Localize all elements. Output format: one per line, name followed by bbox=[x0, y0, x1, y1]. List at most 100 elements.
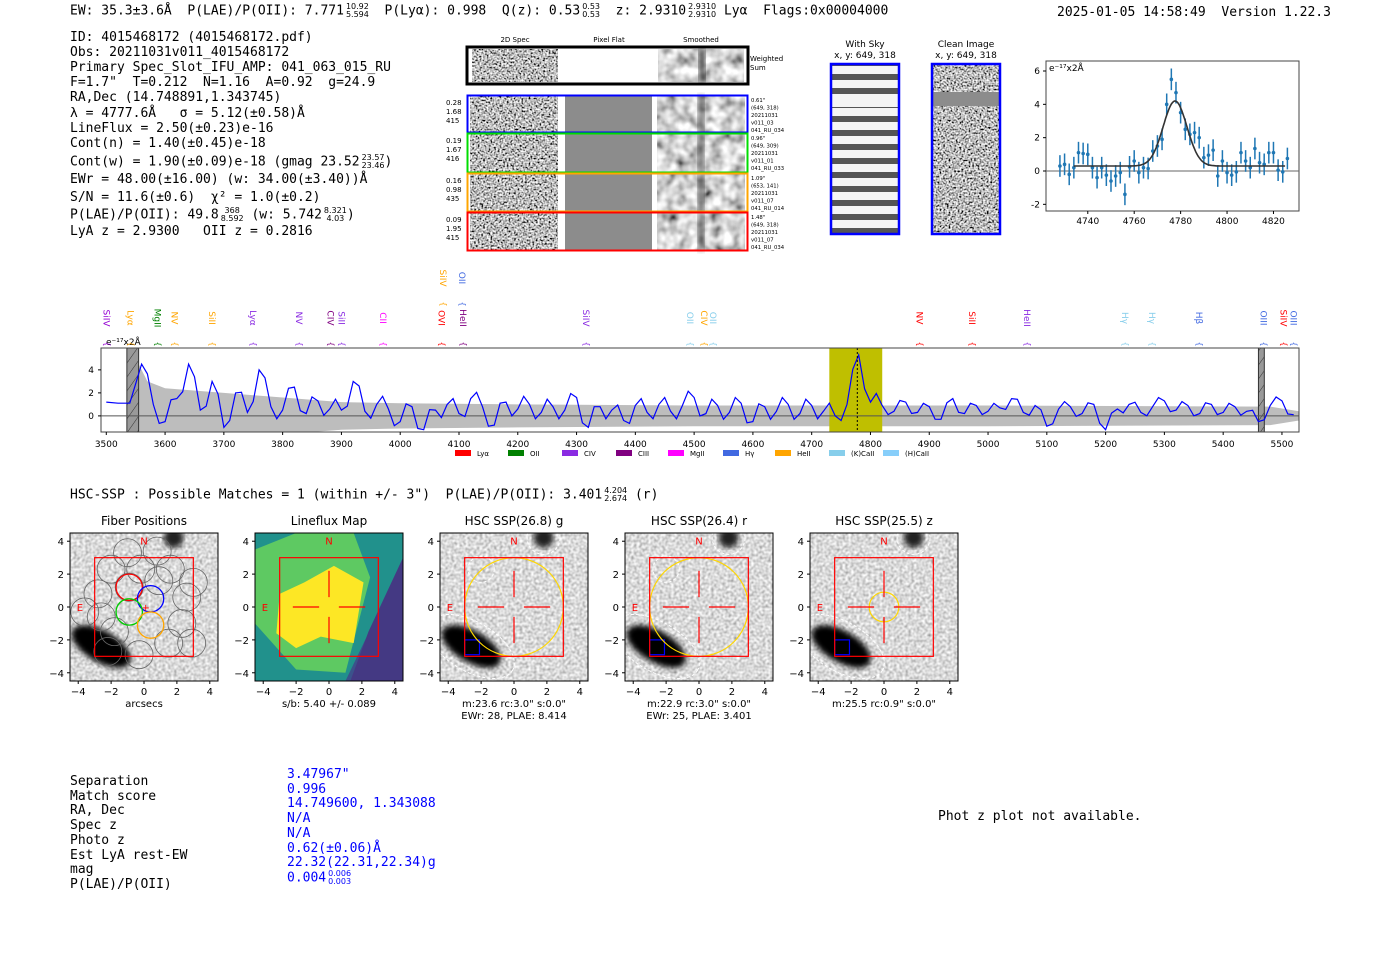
data-point bbox=[1225, 170, 1229, 175]
line-bracket-icon: { bbox=[1290, 341, 1299, 346]
line-bracket-icon: { bbox=[379, 341, 388, 346]
x-tick-label: 4740 bbox=[1076, 217, 1099, 227]
line-label: OIII bbox=[1288, 310, 1298, 325]
y-tick-label: 4 bbox=[88, 366, 94, 376]
x-tick-label: 5300 bbox=[1153, 440, 1176, 450]
fiber-stat: 415 bbox=[446, 234, 459, 242]
emission-trace bbox=[699, 49, 705, 82]
legend-swatch bbox=[562, 450, 578, 456]
line-bracket-icon: { bbox=[437, 341, 446, 346]
north-label: N bbox=[510, 537, 517, 548]
x-tick-label: 5000 bbox=[977, 440, 1000, 450]
line-label: Hγ bbox=[1146, 312, 1156, 325]
y-tick-label: 2 bbox=[613, 570, 619, 581]
y-tick-label: −4 bbox=[604, 669, 619, 680]
fiber-meta: 041_RU_014 bbox=[751, 206, 785, 212]
line-label: SiIV bbox=[1278, 309, 1288, 327]
data-point bbox=[1234, 170, 1239, 174]
data-point bbox=[1081, 151, 1085, 156]
x-tick-label: 3900 bbox=[330, 440, 353, 450]
x-tick-label: 5400 bbox=[1212, 440, 1235, 450]
line-bracket-icon: { bbox=[709, 341, 718, 346]
x-tick-label: 4200 bbox=[506, 440, 529, 450]
x-tick-label: 4780 bbox=[1169, 217, 1192, 227]
legend-swatch bbox=[668, 450, 684, 456]
fiber-meta: 041_RU_034 bbox=[751, 128, 785, 134]
fiber-stat: 1.68 bbox=[446, 108, 462, 116]
north-label: N bbox=[880, 537, 887, 548]
x-tick-label: 4900 bbox=[918, 440, 941, 450]
fiber-2d-image bbox=[470, 174, 558, 211]
line-bracket-icon: { bbox=[208, 341, 217, 346]
data-point bbox=[1280, 170, 1285, 174]
data-point bbox=[1113, 174, 1118, 178]
line-label: CIV bbox=[324, 310, 334, 326]
masked-band bbox=[1257, 348, 1265, 432]
x-tick-label: 4800 bbox=[1216, 217, 1239, 227]
report-page: EW: 35.3±3.6Å P(LAE)/P(OII): 7.771 10.92 5… bbox=[0, 0, 1400, 953]
cutout-coords: x, y: 649, 318 bbox=[834, 51, 896, 61]
data-point bbox=[1229, 173, 1234, 177]
panel-title: HSC SSP(25.5) z bbox=[835, 514, 933, 528]
fiber-stat: 416 bbox=[446, 155, 460, 163]
sky-gap bbox=[831, 95, 899, 107]
cutout-coords: x, y: 649, 318 bbox=[935, 51, 997, 61]
fiber-meta: 041_RU_033 bbox=[751, 166, 784, 172]
fiber-meta: 20211031 bbox=[751, 113, 778, 119]
north-label: N bbox=[695, 537, 702, 548]
data-point bbox=[1085, 152, 1090, 157]
legend-swatch bbox=[723, 450, 739, 456]
data-point bbox=[1197, 135, 1201, 140]
x-tick-label: 5500 bbox=[1270, 440, 1293, 450]
line-label: OII bbox=[707, 312, 717, 324]
unit-label: e⁻¹⁷x2Å bbox=[1049, 62, 1085, 74]
data-point bbox=[1174, 90, 1178, 95]
legend-swatch bbox=[508, 450, 524, 456]
y-tick-label: 0 bbox=[428, 603, 434, 614]
line-label: CII bbox=[377, 312, 387, 324]
y-tick-label: 2 bbox=[88, 389, 94, 399]
data-point bbox=[1211, 148, 1215, 152]
masked-row bbox=[932, 92, 1000, 106]
y-tick-label: −4 bbox=[419, 669, 434, 680]
legend-label: Hγ bbox=[745, 450, 754, 458]
with-sky-image bbox=[831, 64, 899, 234]
cutout-title: Clean Image bbox=[938, 40, 995, 50]
line-label: NV bbox=[293, 312, 303, 326]
fiber-stat: 435 bbox=[446, 195, 459, 203]
line-bracket-icon: { bbox=[102, 341, 111, 346]
data-point bbox=[1123, 192, 1127, 197]
data-point bbox=[1253, 146, 1257, 151]
east-label: E bbox=[77, 603, 83, 614]
y-tick-label: 4 bbox=[613, 537, 619, 548]
x-tick-label: 3800 bbox=[271, 440, 294, 450]
y-tick-label: −4 bbox=[49, 669, 64, 680]
line-label: SiII bbox=[966, 311, 976, 325]
legend-swatch bbox=[455, 450, 471, 456]
line-bracket-icon: { bbox=[582, 341, 591, 346]
line-label: SiIV bbox=[100, 309, 110, 327]
line-bracket-icon: { bbox=[459, 341, 468, 346]
y-tick-label: 2 bbox=[1034, 134, 1040, 144]
panel-hsc: HSC SSP(26.4) r N E −4 −4 −2 −2 0 0 2 2 4 4 m:22.9 rc… bbox=[604, 514, 774, 722]
data-point bbox=[1146, 166, 1150, 171]
x-tick-label: 2 bbox=[359, 687, 365, 698]
emission-trace bbox=[698, 213, 704, 250]
y-tick-label: 0 bbox=[613, 603, 619, 614]
x-tick-label: 4300 bbox=[565, 440, 588, 450]
north-label: N bbox=[325, 537, 332, 548]
x-tick-label: 4 bbox=[577, 687, 583, 698]
line-bracket-icon: { bbox=[915, 341, 924, 346]
data-point bbox=[1202, 155, 1206, 160]
fiber-row: 0.091.95415 1.48" (649, 318)20211031 v011_0… bbox=[446, 211, 785, 252]
fiber-meta: v011_07 bbox=[751, 199, 774, 205]
y-tick-label: 6 bbox=[1034, 67, 1040, 77]
data-point bbox=[1257, 160, 1262, 165]
legend-label: CIV bbox=[584, 450, 596, 458]
legend-label: CIII bbox=[638, 450, 649, 458]
legend-label: (H)CaII bbox=[905, 450, 929, 458]
fiber-2d-image bbox=[470, 213, 558, 250]
y-tick-label: 2 bbox=[428, 570, 434, 581]
y-tick-label: 0 bbox=[798, 603, 804, 614]
y-tick-label: −4 bbox=[789, 669, 804, 680]
